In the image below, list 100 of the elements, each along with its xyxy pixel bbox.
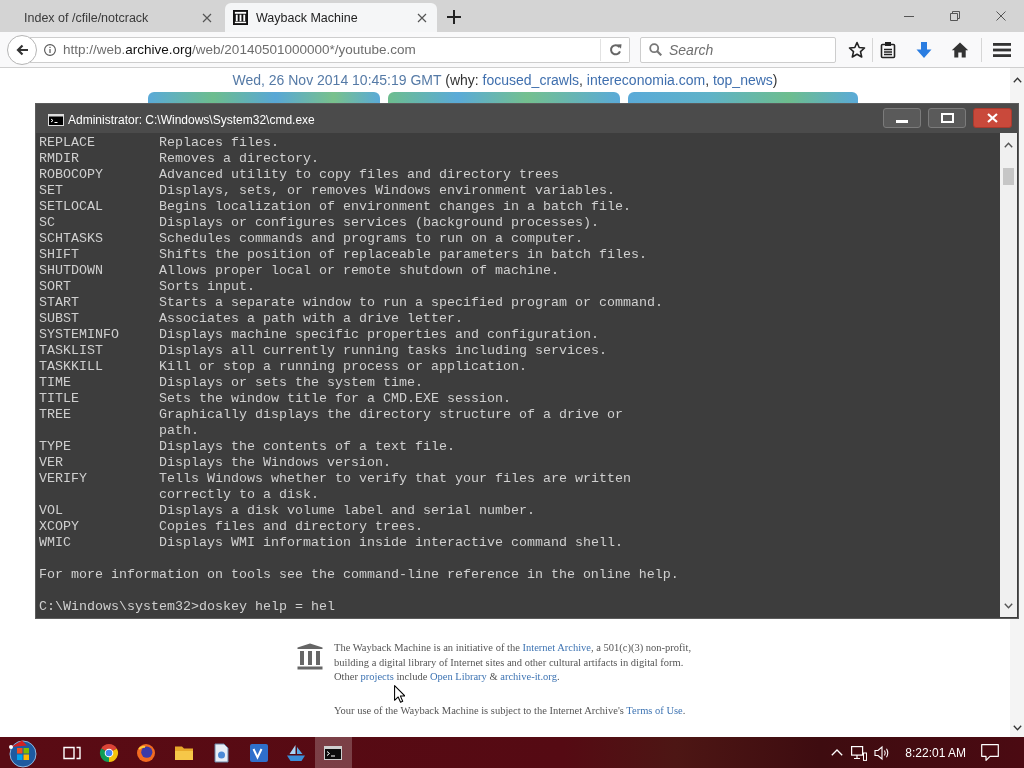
sailboat-icon (286, 742, 307, 763)
caret-up-icon (1012, 77, 1022, 83)
document-icon (211, 742, 232, 763)
arrow-down-icon (915, 40, 933, 59)
command-name: XCOPY (39, 519, 79, 535)
command-name: SCHTASKS (39, 231, 103, 247)
command-description: Displays the Windows version. (159, 455, 391, 471)
search-icon (649, 43, 662, 56)
command-name: TREE (39, 407, 71, 424)
command-description: Displays or configures services (background processes). (159, 215, 599, 231)
command-name: ROBOCOPY (39, 167, 103, 183)
console-text: For more information on tools see the command-line reference in the online help. (39, 567, 679, 583)
command-description: Displays the contents of a text file. (159, 439, 455, 455)
command-name: SUBST (39, 311, 79, 327)
command-name: SORT (39, 279, 71, 295)
command-description: Displays all currently running tasks including services. (159, 343, 607, 359)
command-description: Schedules commands and programs to run on a computer. (159, 231, 583, 247)
command-description: Removes a directory. (159, 151, 319, 167)
close-button[interactable] (973, 108, 1012, 128)
globe-icon (136, 742, 157, 763)
command-description: Associates a path with a drive letter. (159, 311, 463, 327)
command-description: Starts a separate window to run a specified program or command. (159, 295, 663, 311)
footer-link[interactable]: Terms of Use (626, 704, 683, 716)
capture-info: Wed, 26 Nov 2014 10:45:19 GMT (why: focused_crawls, intereconomia.com, top_news) (232, 71, 778, 89)
caret-down-icon (1004, 603, 1013, 609)
mouse-pointer-icon (394, 685, 406, 703)
command-name: SETLOCAL (39, 199, 103, 215)
taskbar-button[interactable] (314, 737, 353, 768)
command-name: VERIFY (39, 471, 87, 488)
menu-icon (993, 40, 1011, 59)
clipboard-icon (879, 40, 897, 59)
plus-icon (447, 10, 461, 24)
footer-paragraph: Your use of the Wayback Machine is subject to the Internet Archive's Terms of Use. (334, 703, 686, 718)
command-description: Displays or sets the system time. (159, 375, 423, 391)
footer-link[interactable]: Internet Archive (522, 642, 591, 653)
close-icon (417, 12, 427, 23)
command-name: TIME (39, 375, 71, 391)
command-name: SC (39, 215, 55, 231)
browser-tab[interactable]: Index of /cfile/notcrack (10, 3, 222, 32)
window-title: Administrator: C:\Windows\System32\cmd.exe (68, 113, 316, 127)
command-name: SHUTDOWN (39, 263, 103, 279)
back-button[interactable] (7, 34, 37, 65)
house-icon (951, 40, 969, 59)
caret-up-icon (1004, 142, 1013, 148)
command-name: SHIFT (39, 247, 79, 263)
orb-icon (8, 737, 38, 768)
command-name: SYSTEMINFO (39, 327, 119, 343)
command-description: Graphically displays the directory structure of a drive or path. (159, 407, 623, 439)
command-description: Displays WMI information inside interactive command shell. (159, 535, 623, 551)
command-name: TASKKILL (39, 359, 103, 375)
command-name: RMDIR (39, 151, 79, 167)
speaker-icon (874, 744, 891, 761)
overlapping-squares-icon (950, 11, 960, 21)
address-field[interactable]: http://web.archive.org/web/20140501000000*/youtube.com (30, 36, 630, 63)
reason-link[interactable]: top_news (712, 72, 773, 88)
scrollbar-thumb[interactable] (1003, 168, 1014, 185)
command-description: Tells Windows whether to verify that your files are written correctly to a disk. (159, 471, 631, 503)
columns-icon (297, 643, 323, 670)
command-description: Replaces files. (159, 135, 279, 151)
command-name: SET (39, 183, 63, 199)
footer-paragraph: The Wayback Machine is an initiative of the Internet Archive, a 501(c)(3) non-profit, building a digital library of Internet sites and other cultural artifacts in digital form. Other projects include Open Library & archive-it.org. (334, 641, 691, 684)
command-description: Begins localization of environment changes in a batch file. (159, 199, 631, 215)
minimize-button[interactable] (883, 108, 921, 128)
footer-link[interactable]: archive-it.org (500, 671, 557, 682)
prompt-line: C:\Windows\system32>doskey help = hel (39, 599, 335, 615)
command-description: Displays a disk volume label and serial number. (159, 503, 535, 519)
command-name: START (39, 295, 79, 311)
command-description: Shifts the position of replaceable parameters in batch files. (159, 247, 647, 263)
scrollbar[interactable] (1000, 133, 1017, 617)
reload-icon (608, 43, 622, 56)
command-description: Displays, sets, or removes Windows environment variables. (159, 183, 615, 199)
close-icon (996, 11, 1006, 21)
command-description: Displays machine specific properties and configuration. (159, 327, 599, 343)
terminal-icon (48, 114, 64, 126)
browser-tab[interactable]: Wayback Machine (225, 3, 437, 32)
command-description: Advanced utility to copy files and directory trees (159, 167, 559, 183)
command-description: Sorts input. (159, 279, 255, 295)
command-name: VOL (39, 503, 63, 519)
command-description: Copies files and directory trees. (159, 519, 423, 535)
close-icon (202, 12, 212, 23)
command-name: TITLE (39, 391, 79, 407)
command-name: WMIC (39, 535, 71, 551)
caret-up-icon (831, 749, 844, 756)
maximize-button[interactable] (928, 108, 966, 128)
command-name: REPLACE (39, 135, 95, 151)
command-name: TASKLIST (39, 343, 103, 359)
clock-button[interactable]: 8:22:01 AM (901, 737, 970, 768)
square-icon (940, 113, 954, 123)
command-name: TYPE (39, 439, 71, 455)
command-name: VER (39, 455, 63, 471)
command-description: Sets the window title for a CMD.EXE session. (159, 391, 511, 407)
arrow-left-icon (15, 42, 29, 57)
info-icon (44, 43, 56, 56)
speech-bubble-icon (981, 744, 999, 761)
footer-link[interactable]: Open Library (429, 671, 487, 682)
chevron-tile-icon (248, 742, 269, 763)
search-field[interactable]: Search (640, 36, 836, 63)
command-description: Kill or stop a running process or application. (159, 359, 527, 375)
footer-link[interactable]: projects (360, 671, 394, 682)
close-icon (987, 113, 998, 123)
